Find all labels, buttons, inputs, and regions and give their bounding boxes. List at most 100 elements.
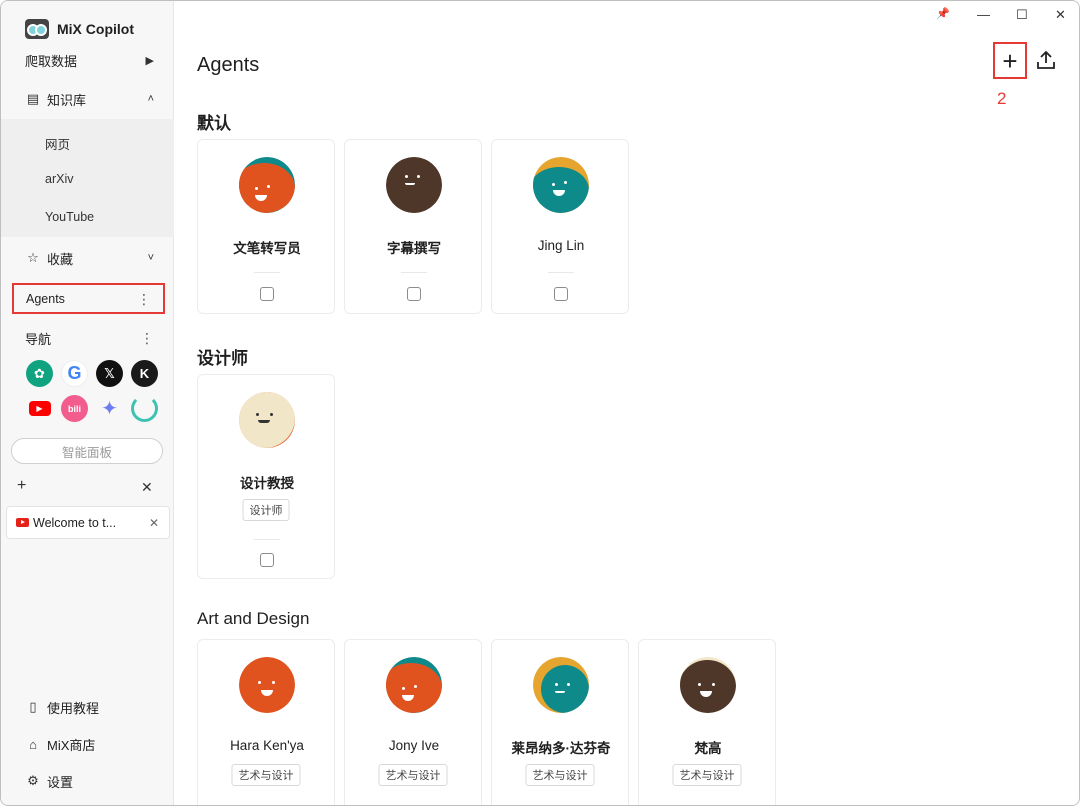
agent-name: 文笔转写员 xyxy=(233,241,301,256)
agent-card[interactable]: 文笔转写员 xyxy=(197,139,335,314)
agent-card[interactable]: Hara Ken'ya 艺术与设计 xyxy=(197,639,335,805)
agent-avatar xyxy=(533,157,589,213)
agent-tag: 艺术与设计 xyxy=(525,764,595,786)
gear-icon: ⚙ xyxy=(27,773,39,788)
section-title-designer: 设计师 xyxy=(197,349,248,368)
sidebar-item-tutorial[interactable]: ▯ 使用教程 xyxy=(1,697,174,717)
app-name: MiX Copilot xyxy=(57,21,134,37)
sidebar-subitem-web[interactable]: 网页 xyxy=(45,134,70,153)
smart-panel-button[interactable]: 智能面板 xyxy=(11,438,163,464)
annotation-number-2: 2 xyxy=(997,89,1007,108)
sidebar-item-label: MiX商店 xyxy=(47,737,96,753)
pin-icon[interactable]: 📌 xyxy=(936,7,950,20)
chatgpt-icon[interactable]: ✿ xyxy=(26,360,53,387)
agent-name: 梵高 xyxy=(694,741,722,756)
google-icon[interactable]: G xyxy=(61,360,88,387)
agent-name: Jony Ive xyxy=(388,738,440,753)
sidebar: MiX Copilot 爬取数据 ▶ ▤ 知识库 ˄ 网页 arXiv YouT… xyxy=(1,1,187,805)
agent-name: Jing Lin xyxy=(537,238,585,253)
youtube-icon xyxy=(16,518,29,527)
sidebar-item-label: Agents xyxy=(26,291,65,306)
agent-card[interactable]: 字幕撰写 xyxy=(344,139,482,314)
add-agent-button[interactable]: + xyxy=(993,42,1027,79)
agent-avatar xyxy=(386,657,442,713)
plus-icon: + xyxy=(1002,45,1018,76)
agent-name: 字幕撰写 xyxy=(387,241,441,256)
agent-avatar xyxy=(239,657,295,713)
sidebar-subitem-arxiv[interactable]: arXiv xyxy=(45,172,73,186)
loading-ring-icon[interactable] xyxy=(131,395,158,422)
maximize-icon[interactable]: ☐ xyxy=(1016,7,1028,23)
x-icon[interactable]: 𝕏 xyxy=(96,360,123,387)
agent-name: 莱昂纳多·达芬奇 xyxy=(511,741,611,756)
sidebar-item-crawl[interactable]: 爬取数据 ▶ xyxy=(1,51,174,69)
more-options-icon[interactable]: ⋮ xyxy=(140,331,154,345)
agent-name: Hara Ken'ya xyxy=(230,738,304,753)
agent-tag: 艺术与设计 xyxy=(672,764,742,786)
agent-avatar xyxy=(239,392,295,448)
app-window: MiX Copilot 爬取数据 ▶ ▤ 知识库 ˄ 网页 arXiv YouT… xyxy=(0,0,1080,806)
sidebar-item-knowledge[interactable]: ▤ 知识库 ˄ xyxy=(1,89,174,109)
divider xyxy=(548,272,574,273)
add-tab-icon[interactable]: + xyxy=(17,477,26,495)
sidebar-item-label: 使用教程 xyxy=(47,700,100,716)
sidebar-item-label: 导航 xyxy=(25,331,52,347)
agent-name: 设计教授 xyxy=(240,476,294,491)
knowledge-submenu: 网页 arXiv YouTube xyxy=(1,119,174,237)
agent-tag: 艺术与设计 xyxy=(231,764,301,786)
app-title: MiX Copilot xyxy=(25,19,134,39)
agent-avatar xyxy=(533,657,589,713)
gemini-icon[interactable]: ✦ xyxy=(96,395,123,422)
upload-icon xyxy=(1037,50,1055,69)
document-icon: ▯ xyxy=(29,699,37,714)
agent-checkbox[interactable] xyxy=(260,553,274,567)
agent-avatar xyxy=(680,657,736,713)
sidebar-item-favorites[interactable]: ☆ 收藏 ˅ xyxy=(1,248,174,268)
more-options-icon[interactable]: ⋮ xyxy=(137,292,151,306)
sidebar-item-agents[interactable]: Agents ⋮ xyxy=(12,283,165,314)
open-tab[interactable]: Welcome to t... ✕ xyxy=(6,506,170,539)
divider xyxy=(254,272,280,273)
navigation-shortcuts: ✿ G 𝕏 K ▶ bili ✦ xyxy=(26,360,161,422)
main-content: 📌 — ☐ ✕ Agents + 2 默认 文笔转写员 字幕撰写 Jing Li… xyxy=(174,1,1079,805)
agent-tag: 艺术与设计 xyxy=(378,764,448,786)
document-icon: ▤ xyxy=(26,91,40,106)
divider xyxy=(254,539,280,540)
section-title-default: 默认 xyxy=(197,114,231,133)
sidebar-item-navigation[interactable]: 导航 ⋮ xyxy=(1,328,174,348)
sidebar-item-label: 知识库 xyxy=(47,92,87,108)
store-icon: ⌂ xyxy=(29,736,37,752)
chevron-right-icon: ▶ xyxy=(145,54,154,67)
agent-card[interactable]: Jony Ive 艺术与设计 xyxy=(344,639,482,805)
sidebar-item-label: 设置 xyxy=(47,774,74,790)
app-logo-icon xyxy=(25,19,49,39)
close-icon[interactable]: ✕ xyxy=(1055,7,1066,23)
youtube-icon[interactable]: ▶ xyxy=(26,395,53,422)
tab-title: Welcome to t... xyxy=(33,515,117,530)
agent-tag: 设计师 xyxy=(242,499,290,521)
agent-checkbox[interactable] xyxy=(554,287,568,301)
sidebar-subitem-youtube[interactable]: YouTube xyxy=(45,210,94,224)
agent-card[interactable]: Jing Lin xyxy=(491,139,629,314)
bilibili-icon[interactable]: bili xyxy=(61,395,88,422)
agent-card[interactable]: 莱昂纳多·达芬奇 艺术与设计 xyxy=(491,639,629,805)
agent-card[interactable]: 梵高 艺术与设计 xyxy=(638,639,776,805)
minimize-icon[interactable]: — xyxy=(977,7,990,22)
sidebar-item-store[interactable]: ⌂ MiX商店 xyxy=(1,734,174,754)
agent-checkbox[interactable] xyxy=(407,287,421,301)
agent-avatar xyxy=(386,157,442,213)
close-icon[interactable]: ✕ xyxy=(149,516,159,530)
agent-card[interactable]: 设计教授 设计师 xyxy=(197,374,335,579)
kimi-icon[interactable]: K xyxy=(131,360,158,387)
sidebar-item-label: 收藏 xyxy=(47,251,74,267)
agent-checkbox[interactable] xyxy=(260,287,274,301)
divider xyxy=(401,272,427,273)
close-all-tabs-icon[interactable]: ✕ xyxy=(141,479,153,496)
sidebar-item-label: 爬取数据 xyxy=(25,53,78,69)
star-icon: ☆ xyxy=(27,250,39,265)
chevron-down-icon: ˅ xyxy=(147,252,154,264)
sidebar-item-settings[interactable]: ⚙ 设置 xyxy=(1,771,174,791)
chevron-up-icon: ˄ xyxy=(147,93,154,105)
export-button[interactable] xyxy=(1034,48,1058,72)
agent-avatar xyxy=(239,157,295,213)
